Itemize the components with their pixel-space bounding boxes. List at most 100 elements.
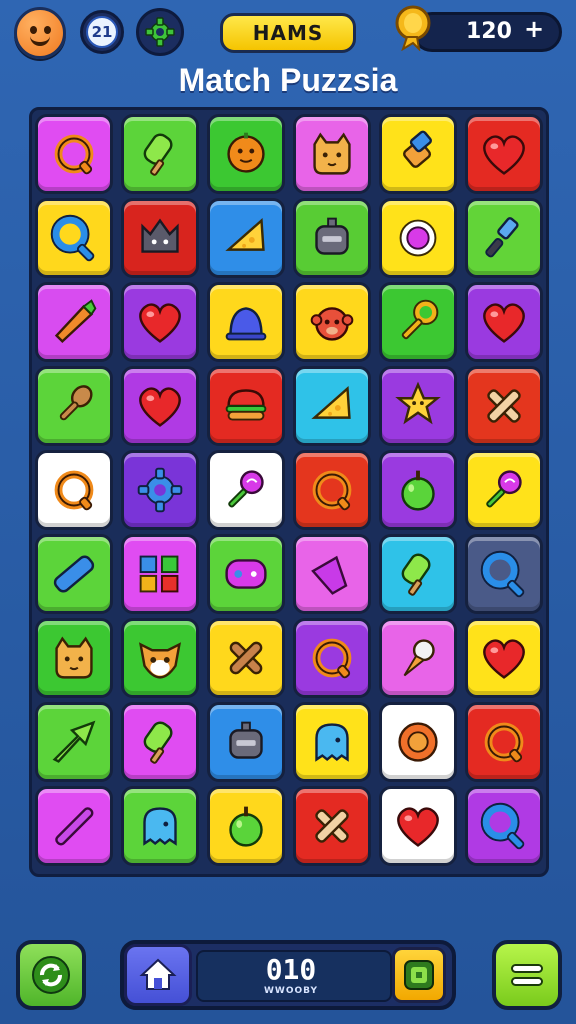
lollipop-icon (486, 470, 522, 508)
game-tile[interactable] (293, 282, 371, 362)
cat-face-icon (55, 636, 93, 679)
home-button[interactable] (124, 944, 192, 1006)
bell-icon (225, 307, 267, 341)
booster-icon (404, 960, 434, 990)
game-tile[interactable] (207, 534, 285, 614)
crown-icon (141, 218, 179, 253)
game-tile[interactable] (121, 282, 199, 362)
heart-icon (483, 135, 525, 175)
game-tile[interactable] (379, 786, 457, 866)
game-tile[interactable] (293, 114, 371, 194)
game-tile[interactable] (121, 618, 199, 698)
apple-icon (229, 806, 263, 847)
ring-icon (54, 134, 94, 175)
game-tile[interactable] (465, 450, 543, 530)
game-tile[interactable] (35, 366, 113, 446)
game-title: Match Puzzsia (178, 62, 398, 98)
game-tile[interactable] (207, 450, 285, 530)
game-tile[interactable] (121, 198, 199, 278)
heart-icon (139, 387, 181, 427)
monkey-icon (310, 307, 354, 341)
popsicle-icon (401, 553, 431, 596)
game-tile[interactable] (379, 618, 457, 698)
game-tile[interactable] (35, 618, 113, 698)
game-tile[interactable] (465, 534, 543, 614)
stick-icon (55, 807, 94, 846)
player-avatar[interactable] (14, 7, 66, 59)
game-tile[interactable] (293, 534, 371, 614)
game-tile[interactable] (121, 786, 199, 866)
game-tile[interactable] (293, 702, 371, 782)
heart-icon (139, 303, 181, 343)
key-icon (401, 299, 439, 340)
gear-icon (145, 17, 175, 47)
game-tile[interactable] (35, 450, 113, 530)
game-tile[interactable] (465, 366, 543, 446)
game-tile[interactable] (35, 198, 113, 278)
avatar-eye (30, 26, 37, 34)
game-tile[interactable] (207, 786, 285, 866)
game-tile[interactable] (465, 786, 543, 866)
game-tile[interactable] (379, 198, 457, 278)
game-tile[interactable] (379, 702, 457, 782)
game-tile[interactable] (293, 198, 371, 278)
score-value: 010 (265, 953, 317, 986)
popsicle-icon (143, 721, 173, 764)
cheese-icon (311, 386, 351, 419)
magnifier-icon (480, 550, 525, 598)
cookie-icon (398, 722, 438, 762)
booster-button[interactable] (392, 947, 446, 1003)
game-tile[interactable] (465, 198, 543, 278)
battery-icon (53, 555, 95, 593)
game-tile[interactable] (379, 534, 457, 614)
game-tile[interactable] (207, 198, 285, 278)
menu-button[interactable] (492, 940, 562, 1010)
game-tile[interactable] (121, 366, 199, 446)
game-tile[interactable] (35, 786, 113, 866)
game-tile[interactable] (465, 282, 543, 362)
add-coins-button[interactable]: + (524, 15, 544, 43)
game-tile[interactable] (293, 618, 371, 698)
game-tile[interactable] (35, 282, 113, 362)
game-tile[interactable] (35, 114, 113, 194)
game-tile[interactable] (35, 702, 113, 782)
game-tile[interactable] (207, 702, 285, 782)
carrot-icon (54, 299, 97, 344)
game-tile[interactable] (121, 114, 199, 194)
game-tile[interactable] (121, 702, 199, 782)
heart-icon (483, 639, 525, 679)
game-tile[interactable] (293, 786, 371, 866)
game-tile[interactable] (121, 450, 199, 530)
game-tile[interactable] (207, 114, 285, 194)
player-name-pill[interactable]: HAMS (220, 13, 356, 53)
refresh-button[interactable] (16, 940, 86, 1010)
lollipop-icon (228, 470, 264, 508)
game-tile[interactable] (293, 450, 371, 530)
apple-icon (401, 470, 435, 511)
game-tile[interactable] (465, 114, 543, 194)
game-tile[interactable] (35, 534, 113, 614)
game-tile[interactable] (379, 366, 457, 446)
bucket-icon (311, 555, 348, 595)
game-tile[interactable] (121, 534, 199, 614)
ice-cream-icon (403, 639, 435, 677)
game-tile[interactable] (465, 618, 543, 698)
ring-icon (54, 470, 94, 511)
settings-button[interactable] (136, 8, 184, 56)
brush-icon (485, 217, 519, 258)
home-icon (139, 958, 177, 990)
star-icon (395, 381, 441, 425)
game-tile[interactable] (379, 450, 457, 530)
level-badge[interactable]: 21 (80, 10, 124, 54)
game-tile[interactable] (207, 282, 285, 362)
game-tile[interactable] (465, 702, 543, 782)
coin-icon (395, 5, 431, 51)
game-tile[interactable] (293, 366, 371, 446)
magnifier-icon (480, 802, 525, 850)
ghost-icon (315, 723, 349, 762)
game-tile[interactable] (379, 114, 457, 194)
heart-icon (397, 807, 439, 847)
game-tile[interactable] (207, 618, 285, 698)
game-tile[interactable] (379, 282, 457, 362)
game-tile[interactable] (207, 366, 285, 446)
